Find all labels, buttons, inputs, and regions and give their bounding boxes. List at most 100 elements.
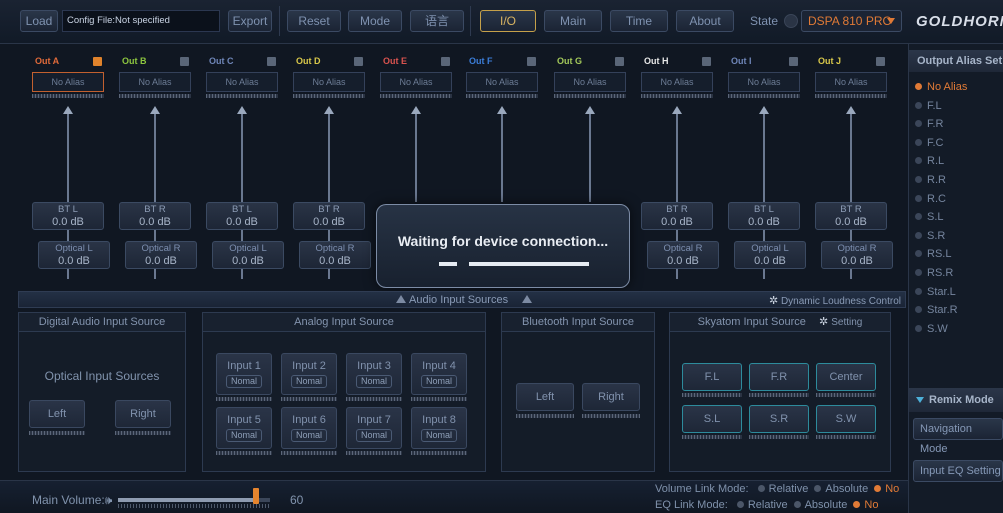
output-alias-field[interactable]: No Alias [380, 72, 452, 92]
source-optical-box[interactable]: Optical R 0.0 dB [647, 241, 719, 269]
language-button[interactable]: 语言 [410, 10, 464, 32]
optical-left-button[interactable]: Left [29, 400, 85, 428]
alias-option[interactable]: F.L [915, 97, 942, 115]
source-bt-box[interactable]: BT L 0.0 dB [206, 202, 278, 230]
volume-slider-handle[interactable] [253, 488, 260, 504]
analog-input-button[interactable]: Input 2 Nomal [281, 353, 337, 395]
tab-about[interactable]: About [676, 10, 734, 32]
input-mode-badge[interactable]: Nomal [420, 429, 457, 442]
output-checkbox[interactable] [441, 57, 450, 66]
reset-button[interactable]: Reset [287, 10, 341, 32]
output-alias-field[interactable]: No Alias [466, 72, 538, 92]
alias-option[interactable]: No Alias [915, 78, 967, 96]
source-optical-box[interactable]: Optical R 0.0 dB [125, 241, 197, 269]
source-optical-box[interactable]: Optical R 0.0 dB [299, 241, 371, 269]
skyatom-setting-button[interactable]: ✲ Setting [819, 316, 862, 328]
navigation-mode-button[interactable]: Navigation Mode [913, 418, 1003, 455]
load-button[interactable]: Load [20, 10, 58, 32]
skyatom-channel-button[interactable]: S.R [749, 405, 809, 433]
export-button[interactable]: Export [228, 10, 272, 32]
analog-input-button[interactable]: Input 1 Nomal [216, 353, 272, 395]
skyatom-channel-button[interactable]: S.L [682, 405, 742, 433]
link-mode-option[interactable]: No [874, 483, 899, 495]
alias-option[interactable]: S.W [915, 320, 948, 338]
analog-input-button[interactable]: Input 3 Nomal [346, 353, 402, 395]
input-mode-badge[interactable]: Nomal [420, 375, 457, 388]
signal-line [676, 269, 678, 279]
bluetooth-left-button[interactable]: Left [516, 383, 574, 411]
source-optical-box[interactable]: Optical R 0.0 dB [821, 241, 893, 269]
input-mode-badge[interactable]: Nomal [355, 429, 392, 442]
input-eq-setting-button[interactable]: Input EQ Setting [913, 460, 1003, 482]
tab-main[interactable]: Main [544, 10, 602, 32]
output-alias-field[interactable]: No Alias [815, 72, 887, 92]
alias-option[interactable]: R.C [915, 190, 946, 208]
alias-option[interactable]: S.R [915, 227, 945, 245]
main-volume-slider[interactable] [118, 498, 270, 502]
analog-input-button[interactable]: Input 8 Nomal [411, 407, 467, 449]
source-optical-box[interactable]: Optical L 0.0 dB [734, 241, 806, 269]
alias-option[interactable]: R.R [915, 171, 946, 189]
alias-option[interactable]: R.L [915, 152, 944, 170]
output-checkbox[interactable] [93, 57, 102, 66]
output-alias-field[interactable]: No Alias [119, 72, 191, 92]
alias-option[interactable]: F.R [915, 115, 944, 133]
mode-button[interactable]: Mode [348, 10, 402, 32]
alias-option[interactable]: S.L [915, 208, 944, 226]
output-alias-field[interactable]: No Alias [32, 72, 104, 92]
output-checkbox[interactable] [527, 57, 536, 66]
source-bt-box[interactable]: BT L 0.0 dB [32, 202, 104, 230]
input-mode-badge[interactable]: Nomal [290, 429, 327, 442]
device-select[interactable]: DSPA 810 PRO [801, 10, 902, 32]
input-mode-badge[interactable]: Nomal [225, 375, 262, 388]
skyatom-channel-button[interactable]: F.L [682, 363, 742, 391]
input-mode-badge[interactable]: Nomal [355, 375, 392, 388]
source-bt-box[interactable]: BT R 0.0 dB [815, 202, 887, 230]
optical-right-button[interactable]: Right [115, 400, 171, 428]
output-checkbox[interactable] [354, 57, 363, 66]
tab-time[interactable]: Time [610, 10, 668, 32]
tab-io[interactable]: I/O [480, 10, 536, 32]
source-bt-box[interactable]: BT L 0.0 dB [728, 202, 800, 230]
skyatom-channel-button[interactable]: F.R [749, 363, 809, 391]
analog-input-button[interactable]: Input 4 Nomal [411, 353, 467, 395]
link-mode-option[interactable]: Relative [757, 483, 808, 495]
output-checkbox[interactable] [267, 57, 276, 66]
alias-option[interactable]: F.C [915, 134, 944, 152]
input-mode-badge[interactable]: Nomal [225, 429, 262, 442]
source-bt-box[interactable]: BT R 0.0 dB [641, 202, 713, 230]
output-alias-field[interactable]: No Alias [728, 72, 800, 92]
output-alias-field[interactable]: No Alias [641, 72, 713, 92]
input-mode-badge[interactable]: Nomal [290, 375, 327, 388]
alias-option[interactable]: Star.L [915, 283, 956, 301]
link-mode-option[interactable]: Absolute [793, 499, 847, 511]
skyatom-channel-button[interactable]: Center [816, 363, 876, 391]
output-checkbox[interactable] [789, 57, 798, 66]
source-optical-box[interactable]: Optical L 0.0 dB [38, 241, 110, 269]
dynamic-loudness-button[interactable]: ✲ Dynamic Loudness Control [769, 294, 901, 307]
output-alias-field[interactable]: No Alias [554, 72, 626, 92]
optical-sources-label: Optical Input Sources [44, 369, 160, 383]
analog-input-button[interactable]: Input 7 Nomal [346, 407, 402, 449]
skyatom-channel-button[interactable]: S.W [816, 405, 876, 433]
link-mode-option[interactable]: No [853, 499, 878, 511]
source-bt-box[interactable]: BT R 0.0 dB [293, 202, 365, 230]
output-alias-field[interactable]: No Alias [206, 72, 278, 92]
output-alias-field[interactable]: No Alias [293, 72, 365, 92]
output-checkbox[interactable] [180, 57, 189, 66]
output-checkbox[interactable] [702, 57, 711, 66]
source-bt-box[interactable]: BT R 0.0 dB [119, 202, 191, 230]
analog-input-button[interactable]: Input 6 Nomal [281, 407, 337, 449]
remix-mode-toggle[interactable]: Remix Mode [909, 388, 1003, 412]
alias-option[interactable]: Star.R [915, 301, 958, 319]
source-name: BT R [840, 204, 862, 215]
source-optical-box[interactable]: Optical L 0.0 dB [212, 241, 284, 269]
alias-option[interactable]: RS.L [915, 245, 951, 263]
analog-input-button[interactable]: Input 5 Nomal [216, 407, 272, 449]
output-checkbox[interactable] [615, 57, 624, 66]
output-checkbox[interactable] [876, 57, 885, 66]
bluetooth-right-button[interactable]: Right [582, 383, 640, 411]
alias-option[interactable]: RS.R [915, 264, 953, 282]
link-mode-option[interactable]: Absolute [814, 483, 868, 495]
link-mode-option[interactable]: Relative [736, 499, 788, 511]
